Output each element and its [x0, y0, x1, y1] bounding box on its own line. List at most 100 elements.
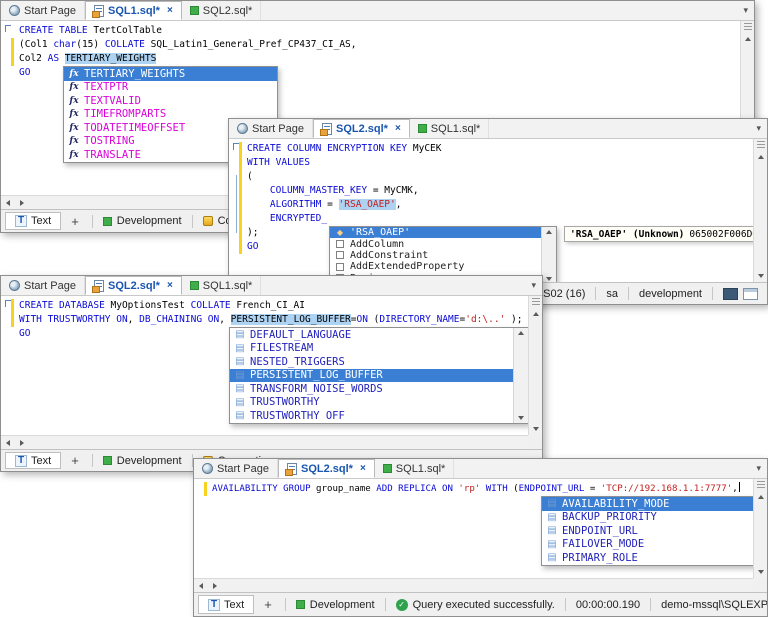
scroll-left-icon[interactable]: [6, 439, 10, 446]
scroll-down-icon[interactable]: [757, 569, 764, 574]
completion-scrollbar[interactable]: [541, 227, 556, 282]
sql-file-icon: [284, 462, 297, 476]
completion-item[interactable]: ▤ FAILOV​ER_MODE: [542, 538, 753, 552]
scroll-left-icon[interactable]: [199, 582, 203, 589]
vertical-scrollbar[interactable]: [753, 479, 767, 578]
splitter-grip[interactable]: [756, 141, 765, 148]
scroll-left-icon[interactable]: [6, 199, 10, 206]
code-line[interactable]: WITH TRUSTWORTHY ON, DB_CHAINING ON, PER…: [1, 313, 528, 327]
scroll-right-icon[interactable]: [20, 199, 24, 206]
completion-item[interactable]: ▤ PRIMARY_ROLE: [542, 551, 753, 565]
add-view-button[interactable]: +: [63, 453, 87, 468]
splitter-grip[interactable]: [756, 481, 765, 488]
connection-category[interactable]: Development: [98, 215, 187, 227]
completion-item[interactable]: ▤ FILESTREAM: [230, 342, 513, 356]
tab-start-page[interactable]: Start Page: [1, 1, 85, 20]
layout-split-icon[interactable]: [743, 287, 758, 300]
completion-item[interactable]: ▤ PERSISTENT_LOG_BUFFER: [230, 368, 513, 382]
completion-item[interactable]: ◆ 'RSA_OAEP': [330, 227, 541, 239]
vertical-scrollbar[interactable]: [753, 139, 767, 282]
code-line[interactable]: WITH VALUES: [229, 156, 753, 170]
horizontal-scrollbar[interactable]: [1, 435, 528, 449]
tab-start-page[interactable]: Start Page: [194, 459, 278, 478]
code-line[interactable]: CREATE DATABASE MyOptionsTest COLLATE Fr…: [1, 299, 528, 313]
autocomplete-list: ▤ AVAILABILITY_MODE ▤ BACKUP_PRIORITY ▤ ENDPO…: [542, 497, 753, 565]
connection-category[interactable]: Development: [291, 599, 380, 611]
code-editor[interactable]: CREATE COLUMN ENCRYPTION KEY MyCEK WITH …: [229, 139, 753, 282]
code-editor[interactable]: AVAILABILITY GROUP group_name ADD REPLIC…: [194, 479, 753, 578]
close-icon[interactable]: ×: [395, 123, 401, 134]
text-view-tab[interactable]: T Text: [198, 595, 255, 614]
completion-item[interactable]: ▤ TRUSTWORTHY: [230, 396, 513, 410]
completion-item[interactable]: ▤ NESTED_TRIGGERS: [230, 355, 513, 369]
tab-document-active[interactable]: SQL2.sql* ×: [312, 119, 410, 138]
code-line[interactable]: COLUMN_MASTER_KEY = MyCMK,: [229, 184, 753, 198]
tab-document[interactable]: SQL1.sql*: [410, 119, 490, 138]
add-view-button[interactable]: +: [63, 214, 87, 229]
category-color-icon: [295, 600, 305, 609]
completion-item[interactable]: ▤ TRUSTWORTHY OFF: [230, 409, 513, 423]
code-line[interactable]: CREATE TABLE TertColTable: [1, 24, 740, 38]
add-view-button[interactable]: +: [256, 597, 280, 612]
code-line[interactable]: ENCRYPTED_: [229, 212, 753, 226]
completion-item[interactable]: fx TEXTPTR: [64, 81, 277, 95]
text-view-tab[interactable]: T Text: [5, 452, 62, 469]
scroll-down-icon[interactable]: [546, 276, 552, 281]
completion-item[interactable]: AddConstraint: [330, 250, 541, 261]
scroll-down-icon[interactable]: [532, 426, 539, 431]
completion-item[interactable]: ▤ AVAILABILITY_MODE: [542, 497, 753, 511]
code-line[interactable]: Col2 AS TERTIARY_WEIGHTS: [1, 52, 740, 66]
code-line[interactable]: (: [229, 170, 753, 184]
tab-document[interactable]: SQL1.sql*: [182, 276, 262, 295]
completion-item[interactable]: AddColumn: [330, 238, 541, 250]
vertical-scrollbar[interactable]: [528, 296, 542, 435]
completion-item[interactable]: ▤ TRANSFORM_NOISE_WORDS: [230, 382, 513, 396]
tab-start-page[interactable]: Start Page: [229, 119, 313, 138]
scroll-down-icon[interactable]: [757, 273, 764, 278]
scroll-right-icon[interactable]: [213, 582, 217, 589]
tab-start-page[interactable]: Start Page: [1, 276, 85, 295]
code-line[interactable]: AVAILABILITY GROUP group_name ADD REPLIC…: [194, 482, 753, 496]
completion-item[interactable]: fx TEXTVALID: [64, 94, 277, 108]
scroll-up-icon[interactable]: [757, 154, 764, 159]
user-info[interactable]: sa: [601, 288, 623, 300]
code-line[interactable]: ALGORITHM = 'RSA_OAEP',: [229, 198, 753, 212]
tab-document-active[interactable]: SQL2.sql* ×: [277, 459, 375, 478]
completion-scrollbar[interactable]: [513, 328, 528, 423]
autocomplete-list: ◆ 'RSA_OAEP' AddColumn AddConstraint AddExte…: [330, 227, 541, 282]
tab-list-chevron-icon[interactable]: ▾: [737, 6, 754, 16]
scroll-up-icon[interactable]: [518, 331, 524, 335]
horizontal-scrollbar[interactable]: [194, 578, 753, 592]
code-line[interactable]: (Col1 char(15) COLLATE SQL_Latin1_Genera…: [1, 38, 740, 52]
completion-item[interactable]: ▤ ENDPOINT_URL: [542, 524, 753, 538]
close-icon[interactable]: ×: [167, 5, 173, 16]
scroll-up-icon[interactable]: [546, 230, 552, 234]
text-view-tab[interactable]: T Text: [5, 212, 62, 230]
connection-category[interactable]: Development: [98, 455, 187, 467]
tab-document[interactable]: SQL1.sql*: [375, 459, 455, 478]
scroll-up-icon[interactable]: [744, 36, 751, 41]
tab-document-active[interactable]: SQL2.sql* ×: [84, 276, 182, 295]
database-info[interactable]: development: [634, 288, 707, 300]
tab-list-chevron-icon[interactable]: ▾: [525, 281, 542, 291]
tab-list-chevron-icon[interactable]: ▾: [750, 124, 767, 134]
server-info[interactable]: demo-mssql\SQLEXPRESS02 (16): [656, 599, 767, 611]
tab-document-active[interactable]: SQL1.sql* ×: [84, 1, 182, 20]
tab-list-chevron-icon[interactable]: ▾: [750, 464, 767, 474]
code-line[interactable]: CREATE COLUMN ENCRYPTION KEY MyCEK: [229, 142, 753, 156]
close-icon[interactable]: ×: [167, 280, 173, 291]
scroll-up-icon[interactable]: [532, 311, 539, 316]
tab-document[interactable]: SQL2.sql*: [182, 1, 262, 20]
splitter-grip[interactable]: [743, 23, 752, 30]
code-editor[interactable]: CREATE DATABASE MyOptionsTest COLLATE Fr…: [1, 296, 528, 435]
completion-item[interactable]: fx TERTIARY_WEIGHTS: [64, 67, 277, 81]
layout-single-icon[interactable]: [723, 287, 738, 300]
close-icon[interactable]: ×: [360, 463, 366, 474]
completion-item[interactable]: ▤ BACKUP_PRIORITY: [542, 511, 753, 525]
scroll-down-icon[interactable]: [518, 415, 524, 420]
completion-item[interactable]: AddExtendedProperty: [330, 261, 541, 272]
scroll-right-icon[interactable]: [20, 439, 24, 446]
splitter-grip[interactable]: [531, 298, 540, 305]
scroll-up-icon[interactable]: [757, 494, 764, 499]
completion-item[interactable]: ▤ DEFAULT_LANGUAGE: [230, 328, 513, 342]
